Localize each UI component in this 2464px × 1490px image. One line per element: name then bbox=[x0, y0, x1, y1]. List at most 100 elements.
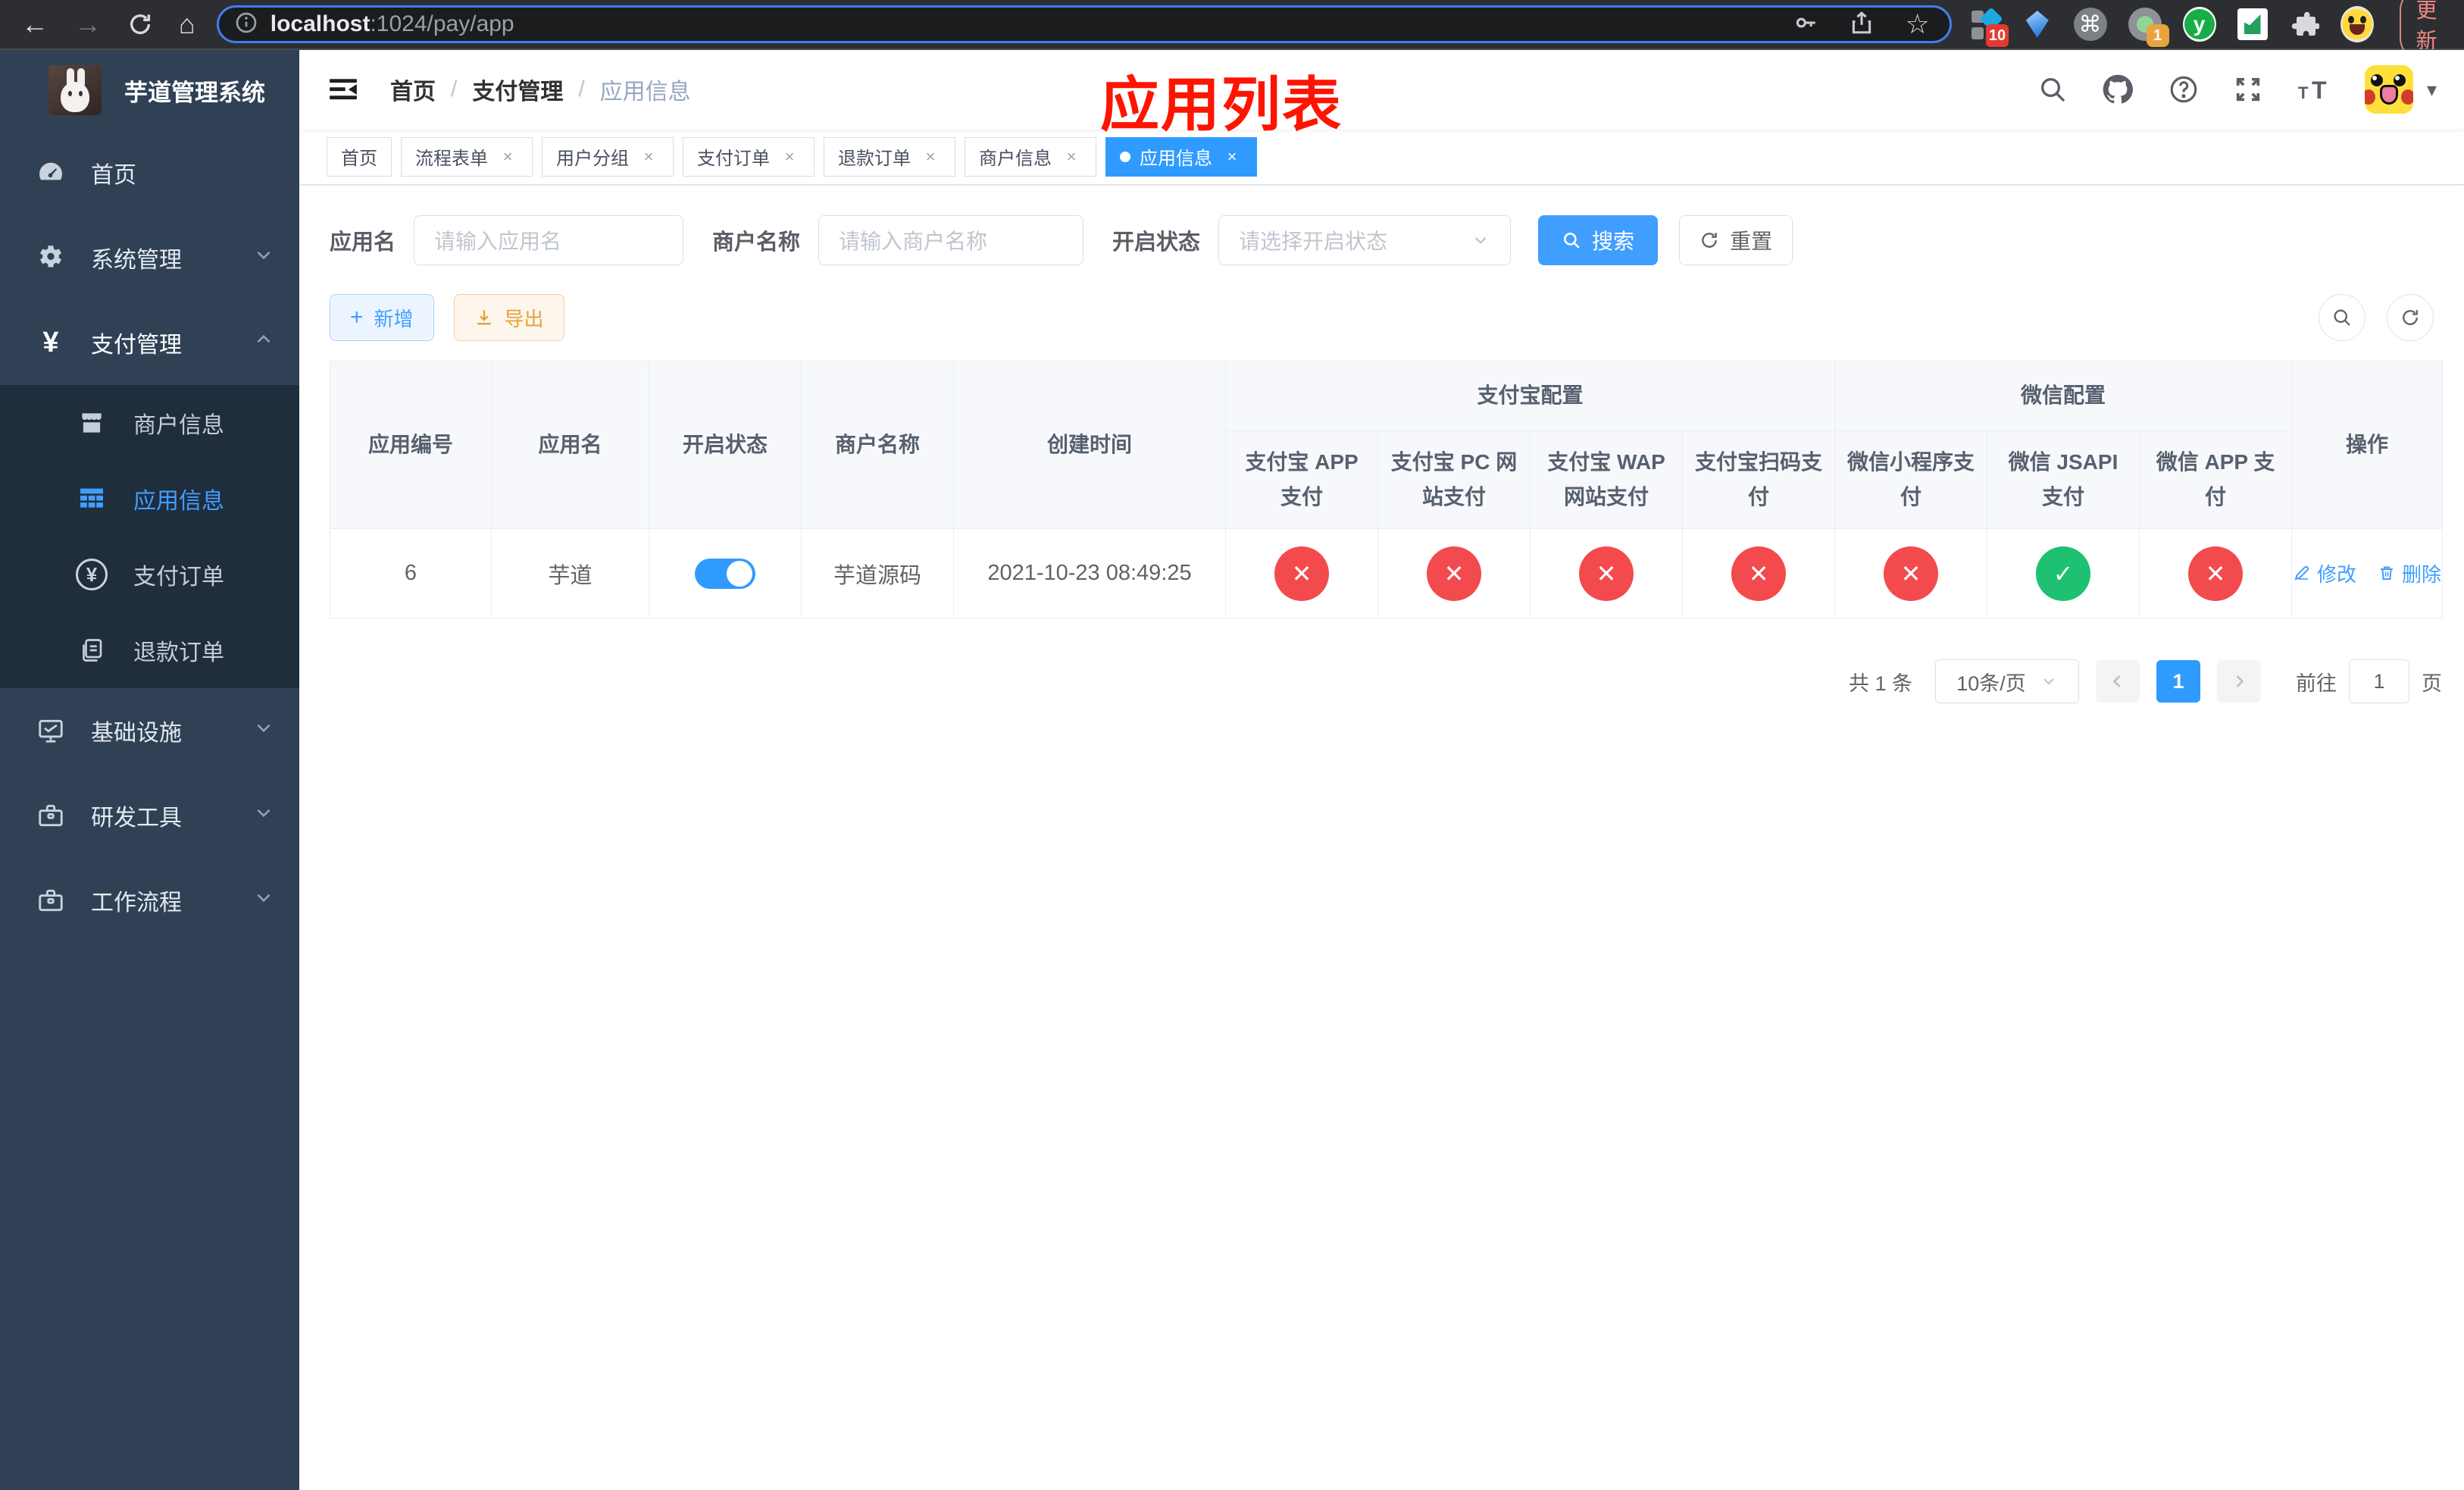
sidebar-item-refund-orders[interactable]: 退款订单 bbox=[0, 612, 299, 688]
font-size-icon[interactable]: TT bbox=[2297, 74, 2331, 105]
close-icon[interactable]: × bbox=[920, 146, 941, 167]
status-toggle[interactable] bbox=[695, 558, 755, 589]
search-icon bbox=[2334, 309, 2350, 326]
col-status: 开启状态 bbox=[649, 360, 802, 530]
logo-avatar bbox=[48, 65, 102, 115]
reset-button[interactable]: 重置 bbox=[1679, 215, 1793, 265]
refresh-icon bbox=[2403, 310, 2418, 325]
header-search-icon[interactable] bbox=[2037, 74, 2068, 105]
merchant-name-input[interactable]: 请输入商户名称 bbox=[818, 215, 1084, 265]
sidebar-item-dev-tools[interactable]: 研发工具 bbox=[0, 773, 299, 858]
extension-gem-icon[interactable] bbox=[2022, 8, 2052, 41]
sidebar-item-payment[interactable]: ¥ 支付管理 bbox=[0, 300, 299, 385]
toggle-search-button[interactable] bbox=[2319, 294, 2366, 341]
status-icon: ✕ bbox=[1274, 546, 1329, 601]
tab-home[interactable]: 首页 bbox=[327, 136, 392, 177]
table-row: 6 芋道 芋道源码 2021-10-23 08:49:25 ✕ ✕ ✕ ✕ ✕ bbox=[330, 528, 2444, 619]
gear-icon bbox=[32, 243, 70, 273]
tab-app-info[interactable]: 应用信息 × bbox=[1105, 136, 1257, 177]
reload-icon[interactable] bbox=[127, 11, 153, 37]
tab-refund-orders[interactable]: 退款订单 × bbox=[824, 136, 955, 177]
cell-actions: 修改 删除 bbox=[2291, 528, 2444, 619]
back-icon[interactable]: ← bbox=[21, 11, 48, 38]
url-bar-icons: ☆ bbox=[1793, 10, 1934, 39]
monitor-icon bbox=[32, 716, 70, 745]
close-icon[interactable]: × bbox=[638, 146, 659, 167]
col-app-id: 应用编号 bbox=[330, 360, 492, 530]
table-toolbar: + 新增 导出 bbox=[330, 294, 2434, 341]
sidebar-item-app-info[interactable]: 应用信息 bbox=[0, 461, 299, 537]
help-icon[interactable] bbox=[2168, 74, 2200, 105]
extension-y-icon[interactable]: y bbox=[2182, 7, 2216, 42]
page-number-1[interactable]: 1 bbox=[2156, 660, 2200, 703]
toolbox-icon bbox=[32, 886, 70, 915]
refresh-table-button[interactable] bbox=[2387, 294, 2434, 341]
fullscreen-icon[interactable] bbox=[2233, 74, 2263, 105]
add-button[interactable]: + 新增 bbox=[330, 294, 434, 341]
sidebar-item-pay-orders[interactable]: ¥ 支付订单 bbox=[0, 537, 299, 612]
tab-process-form[interactable]: 流程表单 × bbox=[401, 136, 533, 177]
browser-toolbar: ← → ⌂ localhost:1024/pay/app ☆ 10 ⌘ 1 y … bbox=[0, 0, 2464, 62]
col-alipay-qr: 支付宝扫码支付 bbox=[1681, 430, 1836, 530]
extension-notes-icon[interactable] bbox=[2237, 8, 2268, 41]
password-key-icon[interactable] bbox=[1793, 10, 1818, 39]
extension-badge: 10 bbox=[1985, 24, 2009, 47]
sidebar-logo[interactable]: 芋道管理系统 bbox=[0, 50, 299, 130]
tab-pay-orders[interactable]: 支付订单 × bbox=[683, 136, 815, 177]
group-alipay-config: 支付宝配置 bbox=[1224, 361, 1836, 431]
status-icon: ✕ bbox=[1731, 546, 1786, 601]
home-icon[interactable]: ⌂ bbox=[179, 11, 195, 38]
status-icon: ✕ bbox=[2188, 546, 2244, 601]
search-button[interactable]: 搜索 bbox=[1538, 215, 1659, 265]
col-app-name: 应用名 bbox=[491, 360, 649, 530]
edit-button[interactable]: 修改 bbox=[2293, 559, 2356, 587]
profile-avatar[interactable] bbox=[2340, 6, 2374, 42]
next-page-button[interactable] bbox=[2217, 660, 2261, 703]
sidebar-item-home[interactable]: 首页 bbox=[0, 130, 299, 215]
delete-button[interactable]: 删除 bbox=[2378, 559, 2441, 587]
site-info-icon[interactable] bbox=[234, 11, 258, 39]
status-select[interactable]: 请选择开启状态 bbox=[1218, 215, 1512, 265]
cell-alipay-app-status: ✕ bbox=[1225, 528, 1378, 619]
extension-badge: 1 bbox=[2146, 24, 2169, 47]
sidebar-collapse-icon[interactable] bbox=[327, 73, 360, 106]
tab-merchant-info[interactable]: 商户信息 × bbox=[965, 136, 1096, 177]
extensions-puzzle-icon[interactable] bbox=[2289, 8, 2319, 41]
browser-nav-buttons: ← → ⌂ bbox=[14, 11, 206, 38]
goto-page-input[interactable]: 1 bbox=[2349, 659, 2409, 704]
sidebar-item-infrastructure[interactable]: 基础设施 bbox=[0, 688, 299, 773]
toolbox-icon bbox=[32, 801, 70, 830]
tab-user-group[interactable]: 用户分组 × bbox=[542, 136, 674, 177]
prev-page-button[interactable] bbox=[2096, 660, 2140, 703]
share-icon[interactable] bbox=[1849, 10, 1875, 39]
chevron-down-icon bbox=[254, 718, 274, 743]
extension-blue-diamond-icon[interactable]: 10 bbox=[1971, 7, 2009, 47]
breadcrumb-payment[interactable]: 支付管理 bbox=[472, 73, 563, 106]
app-name-label: 应用名 bbox=[330, 230, 396, 255]
app-name-input[interactable]: 请输入应用名 bbox=[414, 215, 684, 265]
export-button[interactable]: 导出 bbox=[453, 294, 564, 341]
search-icon bbox=[1564, 233, 1580, 249]
extension-recorder-icon[interactable]: 1 bbox=[2128, 8, 2169, 47]
github-icon[interactable] bbox=[2101, 73, 2134, 106]
user-avatar[interactable]: ▾ bbox=[2364, 65, 2437, 114]
sidebar: 芋道管理系统 首页 系统管理 ¥ 支付管理 商户信息 应用信息 ¥ 支付订单 退… bbox=[0, 50, 299, 1490]
sidebar-item-workflow[interactable]: 工作流程 bbox=[0, 858, 299, 943]
cell-created: 2021-10-23 08:49:25 bbox=[953, 528, 1226, 619]
page-size-select[interactable]: 10条/页 bbox=[1935, 659, 2079, 704]
close-icon[interactable]: × bbox=[497, 146, 518, 167]
breadcrumb-home[interactable]: 首页 bbox=[390, 73, 436, 106]
close-icon[interactable]: × bbox=[779, 146, 800, 167]
bookmark-star-icon[interactable]: ☆ bbox=[1905, 11, 1929, 38]
tags-view-bar: 首页 流程表单 × 用户分组 × 支付订单 × 退款订单 × 商户信息 × 应用信息 × bbox=[299, 129, 2464, 185]
pagination: 共 1 条 10条/页 1 前往 1 页 bbox=[330, 659, 2442, 704]
sidebar-item-system[interactable]: 系统管理 bbox=[0, 215, 299, 300]
close-icon[interactable]: × bbox=[1221, 146, 1243, 167]
forward-icon[interactable]: → bbox=[74, 11, 102, 38]
refresh-icon bbox=[1702, 233, 1717, 248]
extension-command-icon[interactable]: ⌘ bbox=[2073, 8, 2107, 41]
close-icon[interactable]: × bbox=[1061, 146, 1082, 167]
url-bar[interactable]: localhost:1024/pay/app ☆ bbox=[216, 5, 1952, 43]
sidebar-item-merchant-info[interactable]: 商户信息 bbox=[0, 385, 299, 461]
goto-page: 前往 1 页 bbox=[2296, 659, 2442, 704]
